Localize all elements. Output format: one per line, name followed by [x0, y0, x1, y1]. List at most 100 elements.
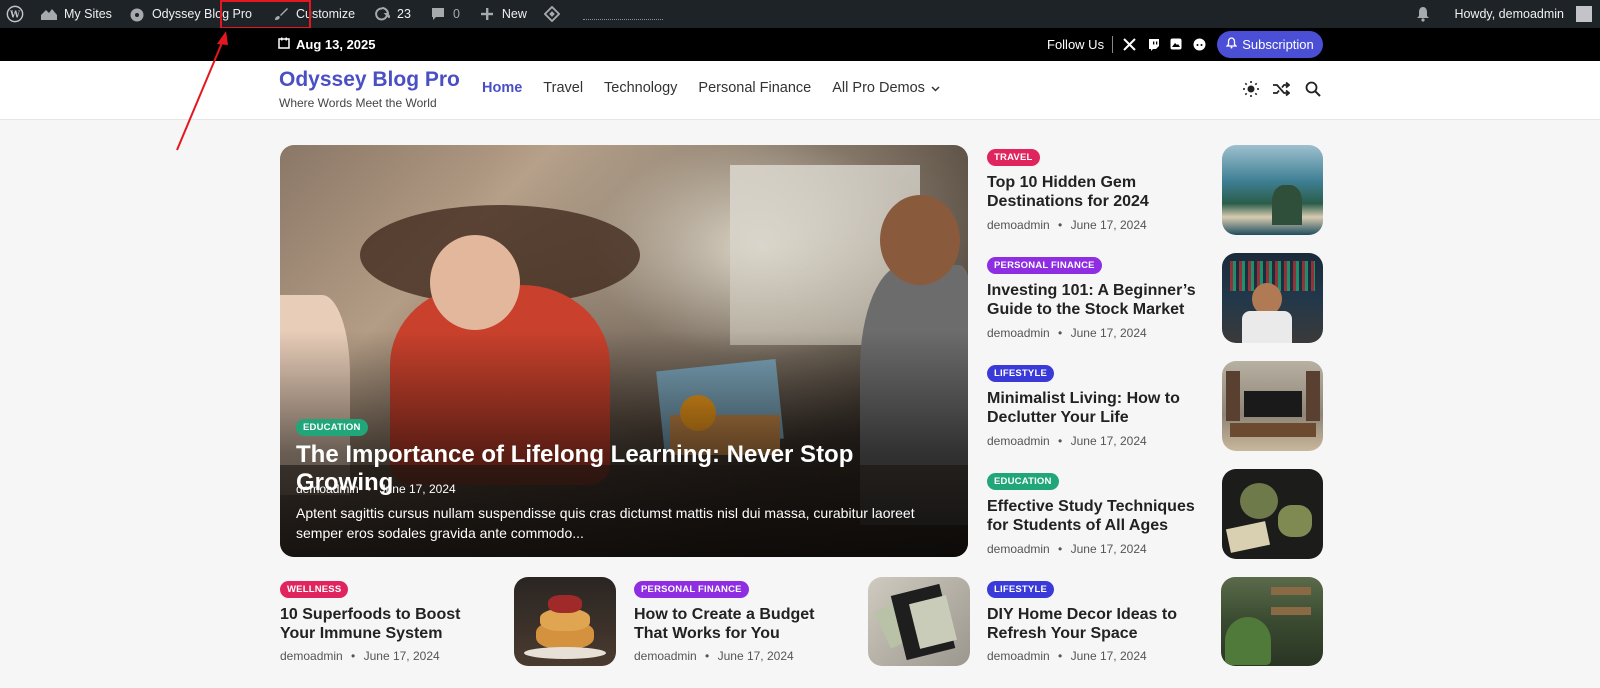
post-author[interactable]: demoadmin: [280, 649, 343, 663]
post-meta: demoadmin • June 17, 2024: [987, 434, 1147, 448]
post-author[interactable]: demoadmin: [634, 649, 697, 663]
side-post-card[interactable]: TRAVEL Top 10 Hidden Gem Destinations fo…: [987, 145, 1323, 237]
post-title[interactable]: Minimalist Living: How to Declutter Your…: [987, 389, 1197, 427]
category-badge[interactable]: WELLNESS: [280, 581, 349, 598]
shuffle-icon[interactable]: [1271, 79, 1291, 99]
updates-link[interactable]: 23: [363, 0, 419, 28]
nav-item-travel[interactable]: Travel: [543, 80, 583, 96]
plugin-diamond-button[interactable]: [535, 0, 569, 28]
post-date: June 17, 2024: [363, 649, 440, 663]
post-thumbnail[interactable]: [514, 577, 616, 666]
post-thumbnail[interactable]: [1221, 577, 1323, 666]
diamond-icon: [543, 5, 561, 23]
post-date: June 17, 2024: [379, 482, 456, 496]
plus-icon: [478, 5, 496, 23]
new-label: New: [501, 7, 527, 21]
post-meta: demoadmin • June 17, 2024: [987, 542, 1147, 556]
topbar-separator: [1112, 36, 1113, 53]
date-text: Aug 13, 2025: [296, 37, 376, 52]
nav-item-all-pro-demos[interactable]: All Pro Demos: [832, 80, 940, 96]
category-badge[interactable]: LIFESTYLE: [987, 365, 1054, 382]
my-sites-label: My Sites: [64, 7, 112, 21]
twitch-social-icon[interactable]: [1145, 36, 1161, 52]
notifications-button[interactable]: [1406, 0, 1446, 28]
nav-item-all-pro-demos-label: All Pro Demos: [832, 80, 925, 96]
nav-item-technology[interactable]: Technology: [604, 80, 677, 96]
post-title[interactable]: Top 10 Hidden Gem Destinations for 2024: [987, 173, 1197, 211]
post-author[interactable]: demoadmin: [987, 326, 1050, 340]
post-meta: demoadmin • June 17, 2024: [987, 649, 1147, 663]
customize-link[interactable]: Customize: [260, 0, 363, 28]
svg-text:W: W: [9, 11, 21, 21]
meta-separator: •: [705, 649, 710, 663]
account-menu[interactable]: Howdy, demoadmin: [1446, 0, 1600, 28]
avatar: [1576, 6, 1592, 22]
sites-icon: [40, 5, 58, 23]
post-thumbnail[interactable]: [1222, 469, 1323, 559]
meta-separator: •: [351, 649, 356, 663]
bell-icon: [1414, 5, 1432, 23]
reddit-social-icon[interactable]: [1191, 36, 1207, 52]
meta-separator: •: [1058, 434, 1063, 448]
post-author[interactable]: demoadmin: [987, 649, 1050, 663]
post-author[interactable]: demoadmin: [987, 434, 1050, 448]
post-thumbnail[interactable]: [868, 577, 970, 666]
post-date: June 17, 2024: [1070, 542, 1147, 556]
category-badge[interactable]: PERSONAL FINANCE: [987, 257, 1102, 274]
comments-link[interactable]: 0: [419, 0, 468, 28]
post-title[interactable]: Effective Study Techniques for Students …: [987, 497, 1197, 535]
post-date: June 17, 2024: [1070, 218, 1147, 232]
chevron-down-icon: [931, 80, 940, 96]
category-badge[interactable]: EDUCATION: [987, 473, 1059, 490]
category-badge[interactable]: PERSONAL FINANCE: [634, 581, 749, 598]
site-name-menu[interactable]: Odyssey Blog Pro: [120, 0, 260, 28]
theme-toggle-sun-icon[interactable]: [1241, 79, 1261, 99]
category-badge[interactable]: EDUCATION: [296, 419, 368, 436]
bottom-post-card[interactable]: LIFESTYLE DIY Home Decor Ideas to Refres…: [987, 577, 1323, 669]
follow-us-label: Follow Us: [1047, 37, 1105, 52]
post-title[interactable]: 10 Superfoods to Boost Your Immune Syste…: [280, 605, 495, 643]
post-thumbnail[interactable]: [1222, 253, 1323, 343]
new-content-menu[interactable]: New: [468, 0, 535, 28]
post-meta: demoadmin • June 17, 2024: [280, 649, 440, 663]
post-title[interactable]: How to Create a Budget That Works for Yo…: [634, 605, 849, 643]
my-sites-menu[interactable]: My Sites: [32, 0, 120, 28]
post-author[interactable]: demoadmin: [987, 218, 1050, 232]
post-thumbnail[interactable]: [1222, 145, 1323, 235]
admin-bar-divider: [582, 18, 663, 20]
calendar-icon: [278, 37, 290, 52]
updates-count: 23: [397, 7, 411, 21]
bottom-post-card[interactable]: PERSONAL FINANCE How to Create a Budget …: [634, 577, 970, 669]
image-social-icon[interactable]: [1168, 36, 1184, 52]
post-author[interactable]: demoadmin: [987, 542, 1050, 556]
search-icon[interactable]: [1303, 79, 1323, 99]
featured-post-excerpt: Aptent sagittis cursus nullam suspendiss…: [296, 505, 915, 541]
post-thumbnail[interactable]: [1222, 361, 1323, 451]
primary-nav: Home Travel Technology Personal Finance …: [482, 80, 940, 96]
nav-item-personal-finance[interactable]: Personal Finance: [698, 80, 811, 96]
post-date: June 17, 2024: [1070, 434, 1147, 448]
nav-item-home[interactable]: Home: [482, 80, 522, 96]
post-meta: demoadmin • June 17, 2024: [987, 326, 1147, 340]
howdy-label: Howdy, demoadmin: [1454, 7, 1564, 21]
dashboard-icon: [128, 5, 146, 23]
meta-separator: •: [367, 482, 372, 496]
post-author[interactable]: demoadmin: [296, 482, 359, 496]
subscription-button[interactable]: Subscription: [1217, 31, 1323, 58]
post-title[interactable]: Investing 101: A Beginner’s Guide to the…: [987, 281, 1197, 319]
side-post-card[interactable]: LIFESTYLE Minimalist Living: How to Decl…: [987, 361, 1323, 453]
category-badge[interactable]: LIFESTYLE: [987, 581, 1054, 598]
wordpress-icon: W: [6, 5, 24, 23]
post-date: June 17, 2024: [717, 649, 794, 663]
x-social-icon[interactable]: [1121, 36, 1137, 52]
post-meta: demoadmin • June 17, 2024: [634, 649, 794, 663]
featured-post-card[interactable]: EDUCATION The Importance of Lifelong Lea…: [280, 145, 968, 557]
top-info-bar: Aug 13, 2025 Follow Us Subscription: [0, 28, 1600, 61]
post-title[interactable]: DIY Home Decor Ideas to Refresh Your Spa…: [987, 605, 1202, 643]
site-title[interactable]: Odyssey Blog Pro: [279, 68, 460, 92]
category-badge[interactable]: TRAVEL: [987, 149, 1040, 166]
wordpress-logo-button[interactable]: W: [0, 0, 32, 28]
bottom-post-card[interactable]: WELLNESS 10 Superfoods to Boost Your Imm…: [280, 577, 616, 669]
side-post-card[interactable]: PERSONAL FINANCE Investing 101: A Beginn…: [987, 253, 1323, 345]
side-post-card[interactable]: EDUCATION Effective Study Techniques for…: [987, 469, 1323, 561]
